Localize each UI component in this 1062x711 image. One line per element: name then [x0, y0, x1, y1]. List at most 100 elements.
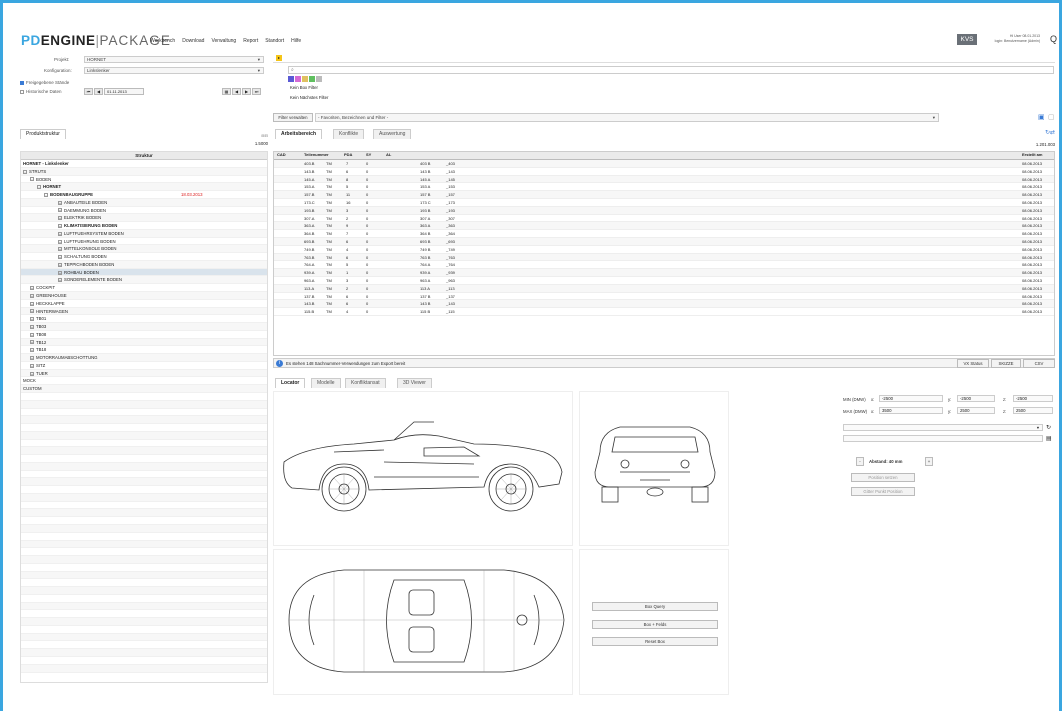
expand-icon[interactable]: +: [58, 270, 62, 275]
collapse-icon[interactable]: -: [37, 185, 41, 190]
max-y-input[interactable]: 2500: [957, 407, 995, 414]
save-icon[interactable]: ▣: [1038, 113, 1045, 121]
tree-row[interactable]: + TB08: [21, 331, 267, 339]
table-row[interactable]: 763.B TM 6 0 763 B _763 08.06.2013: [274, 253, 1054, 262]
app-logo[interactable]: PDENGINE|PACKAGE: [21, 33, 171, 48]
max-z-input[interactable]: 2500: [1013, 407, 1053, 414]
expand-icon[interactable]: +: [30, 324, 34, 329]
reset-box-button[interactable]: Reset Box: [592, 637, 718, 646]
tree-row[interactable]: + LUFTFUEHRSYSTEM BODEN: [21, 229, 267, 238]
released-row[interactable]: Freigegebene Stände: [20, 80, 69, 85]
historic-checkbox[interactable]: [20, 89, 24, 94]
menu-hilfe[interactable]: Hilfe: [291, 38, 301, 44]
tab-3d-viewer[interactable]: 3D Viewer: [397, 378, 432, 388]
expand-icon[interactable]: +: [30, 301, 34, 306]
table-row[interactable]: 115.B TM 4 0 115 B _115 08.06.2013: [274, 308, 1054, 316]
menu-verwaltung[interactable]: Verwaltung: [211, 38, 236, 44]
side-view[interactable]: [273, 391, 573, 546]
csv-button[interactable]: CSV: [1023, 359, 1055, 368]
table-row[interactable]: 143.B TM 6 0 143 B _143 08.06.2013: [274, 168, 1054, 176]
table-row[interactable]: 173.C TM 16 0 173 C _173 08.06.2013: [274, 199, 1054, 207]
table-row[interactable]: 963.A TM 3 0 963 A _963 08.06.2013: [274, 277, 1054, 285]
expand-icon[interactable]: +: [58, 239, 62, 244]
menu-workbench[interactable]: Workbench: [150, 38, 175, 44]
table-row[interactable]: 307.A TM 2 0 307 A _307 08.06.2013: [274, 215, 1054, 223]
table-row[interactable]: 193.B TM 3 0 193 B _193 08.06.2013: [274, 206, 1054, 215]
expand-icon[interactable]: +: [58, 208, 62, 213]
expand-icon[interactable]: +: [30, 332, 34, 337]
tree-row[interactable]: + ELEKTRIK BODEN: [21, 214, 267, 223]
expand-icon[interactable]: +: [58, 262, 62, 267]
tree-row[interactable]: + TB18: [21, 346, 267, 355]
filter-none[interactable]: Kein Box Filter: [290, 85, 318, 90]
tree-row[interactable]: + ANBAUTEILE BODEN: [21, 198, 267, 207]
extra-select[interactable]: ▾: [843, 424, 1043, 431]
table-row[interactable]: 137.B TM 6 0 137 B _137 08.06.2013: [274, 293, 1054, 301]
calendar-icon[interactable]: ▦: [222, 88, 231, 95]
back-button[interactable]: ◀: [232, 88, 241, 95]
table-row[interactable]: 749.B TM 4 0 749 B _749 08.06.2013: [274, 246, 1054, 254]
tree-row[interactable]: + TB01: [21, 315, 267, 324]
tree-row[interactable]: + KLIMATISIERUNG BODEN: [21, 222, 267, 230]
position-setzen-button[interactable]: Position setzen: [851, 473, 915, 482]
box-felds-button[interactable]: Box + Felds: [592, 620, 718, 629]
tree-row[interactable]: + TB03: [21, 323, 267, 331]
last-button[interactable]: ⏭: [252, 88, 261, 95]
tree-row[interactable]: + TEPPICHBODEN BODEN: [21, 260, 267, 269]
tree-row[interactable]: + HINTERWAGEN: [21, 307, 267, 316]
tree-row[interactable]: + TB12: [21, 338, 267, 347]
tree-row[interactable]: + TUER: [21, 369, 267, 378]
col-cad[interactable]: CAD: [277, 152, 286, 157]
min-z-input[interactable]: -2500: [1013, 395, 1053, 402]
table-row[interactable]: 403.B TM 7 0 403 B _403 08.06.2013: [274, 160, 1054, 168]
collapse-icon[interactable]: -: [23, 169, 27, 174]
tree-row[interactable]: MOCK: [21, 377, 267, 386]
box-query-button[interactable]: Box Query: [592, 602, 718, 611]
tree-row[interactable]: + SONDERELEMENTE BODEN: [21, 276, 267, 285]
table-row[interactable]: 939.A TM 1 0 939 A _939 08.06.2013: [274, 269, 1054, 277]
expand-icon[interactable]: +: [30, 317, 34, 322]
tree-row[interactable]: HORNET - Linkslenker: [21, 160, 267, 168]
tree-row[interactable]: + COCKPIT: [21, 284, 267, 293]
tree-row[interactable]: + LUFTFUEHRUNG BODEN: [21, 238, 267, 246]
vx-status-button[interactable]: VX Status: [957, 359, 989, 368]
clear-icon[interactable]: ▢: [1048, 113, 1055, 121]
expand-icon[interactable]: +: [30, 340, 34, 345]
col-teilenummer[interactable]: Teilenummer: [304, 152, 329, 157]
color-filter-yellow[interactable]: [302, 76, 308, 82]
min-y-input[interactable]: -2500: [957, 395, 995, 402]
expand-all-icon[interactable]: ⊞⊟: [261, 133, 268, 138]
max-x-input[interactable]: 3500: [879, 407, 943, 414]
kvs-button[interactable]: KVS: [957, 34, 977, 45]
collapse-icon[interactable]: -: [44, 192, 48, 197]
table-row[interactable]: 363.A TM 9 0 363 A _363 08.06.2013: [274, 222, 1054, 231]
tab-konfliktansat[interactable]: Konfliktansat: [345, 378, 386, 388]
expand-icon[interactable]: +: [30, 348, 34, 353]
expand-icon[interactable]: +: [30, 363, 34, 368]
decrease-button[interactable]: -: [856, 457, 864, 466]
folder-icon[interactable]: ▤: [1046, 435, 1052, 442]
config-select[interactable]: Linkslenker ▾: [84, 67, 264, 74]
first-button[interactable]: ⏮: [84, 88, 93, 95]
col-sy[interactable]: SY: [366, 152, 371, 157]
expand-icon[interactable]: +: [30, 293, 34, 298]
expand-icon[interactable]: +: [30, 309, 34, 314]
expand-icon[interactable]: +: [58, 255, 62, 260]
released-checkbox[interactable]: [20, 80, 24, 85]
increase-button[interactable]: +: [925, 457, 933, 466]
extra-input[interactable]: [843, 435, 1043, 442]
col-pda[interactable]: PDA: [344, 152, 352, 157]
tab-auswertung[interactable]: Auswertung: [373, 129, 412, 139]
color-filter-green[interactable]: [309, 76, 315, 82]
date-field[interactable]: 01.11.2013: [104, 88, 144, 95]
tree-row[interactable]: + SITZ: [21, 362, 267, 370]
menu-standort[interactable]: Standort: [265, 38, 284, 44]
collapse-icon[interactable]: -: [30, 177, 34, 182]
prev-button[interactable]: ◀: [94, 88, 103, 95]
menu-download[interactable]: Download: [182, 38, 204, 44]
table-row[interactable]: 157.B TM 11 0 157 B _157 08.06.2013: [274, 191, 1054, 199]
tree-row[interactable]: + ROHBAU BODEN: [21, 268, 267, 277]
color-filter-grey[interactable]: [316, 76, 322, 82]
tree-row[interactable]: - STRUTS: [21, 167, 267, 176]
project-select[interactable]: HORNET ▾: [84, 56, 264, 63]
